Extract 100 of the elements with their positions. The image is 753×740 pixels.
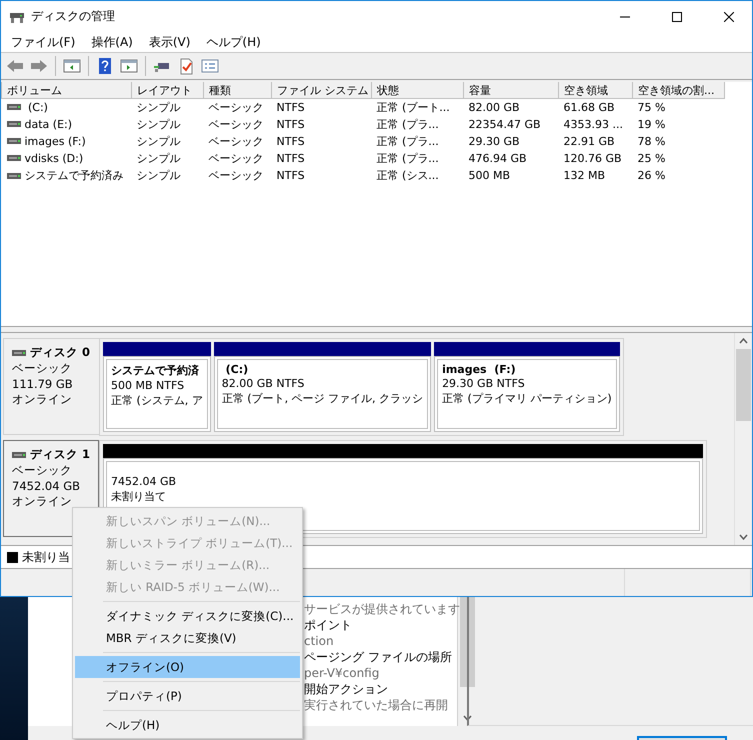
table-cell: 476.94 GB <box>468 152 527 165</box>
column-header[interactable]: ファイル システム <box>272 82 372 98</box>
disk-name: ディスク 1 <box>30 447 90 462</box>
back-arrow-icon[interactable] <box>5 57 25 75</box>
table-cell: ベーシック <box>208 101 264 114</box>
table-cell: シンプル <box>136 118 180 131</box>
partition-title: images (F:) <box>442 363 517 376</box>
table-cell: システムで予約済み <box>24 168 124 183</box>
drive-icon <box>6 154 20 162</box>
table-cell: シンプル <box>136 169 180 182</box>
item-title: ポイント <box>304 617 353 633</box>
partition-block[interactable]: (C:) 82.00 GB NTFS 正常 (ブート, ページ ファイル, クラッシ <box>214 356 432 432</box>
table-cell: 132 MB <box>564 169 606 182</box>
legend-label: 未割り当 <box>22 548 70 566</box>
disk-label-panel[interactable]: ディスク 0 ベーシック 111.79 GB オンライン <box>3 338 99 435</box>
menu-item[interactable]: 操作(A) <box>83 34 141 50</box>
menu-item[interactable]: ファイル(F) <box>3 34 84 50</box>
menu-item[interactable]: オフライン(O) <box>75 656 300 678</box>
console-tree-icon[interactable] <box>62 57 82 75</box>
column-header[interactable]: レイアウト <box>132 82 204 98</box>
table-cell: NTFS <box>276 118 305 131</box>
partition-status: 正常 (ブート, ページ ファイル, クラッシ <box>222 391 424 406</box>
disk-name: ディスク 0 <box>30 345 90 360</box>
table-cell: 120.76 GB <box>564 152 622 165</box>
partition-block[interactable]: images (F:) 29.30 GB NTFS 正常 (プライマリ パーティション) <box>434 356 620 432</box>
table-cell: NTFS <box>276 152 305 165</box>
table-cell: NTFS <box>276 135 305 148</box>
vertical-scrollbar[interactable] <box>734 333 752 545</box>
table-cell: 正常 (プラ... <box>376 118 439 131</box>
disk-size: 111.79 GB <box>12 377 74 391</box>
item-title: 開始アクション <box>304 681 389 697</box>
window-title: ディスクの管理 <box>31 8 116 25</box>
disk-label-panel[interactable]: ディスク 1 ベーシック 7452.04 GB オンライン <box>3 440 99 537</box>
partition-size: 500 MB NTFS <box>111 378 186 393</box>
table-cell: シンプル <box>136 101 180 114</box>
table-cell: 4353.93 ... <box>564 118 623 131</box>
table-cell: 78 % <box>638 135 666 148</box>
table-cell: 正常 (シス... <box>376 169 439 182</box>
item-description: サービスが提供されています <box>304 601 460 617</box>
column-header[interactable]: 容量 <box>464 82 558 98</box>
table-cell: data (E:) <box>24 118 72 131</box>
table-cell: 22.91 GB <box>564 135 615 148</box>
table-cell: 61.68 GB <box>564 101 615 114</box>
disk-type: ベーシック <box>12 463 73 478</box>
partition-size: 29.30 GB NTFS <box>442 376 526 391</box>
table-cell: ベーシック <box>208 152 264 165</box>
table-cell: ベーシック <box>208 135 264 148</box>
table-cell: NTFS <box>276 169 305 182</box>
table-cell: ベーシック <box>208 118 264 131</box>
disk-status: オンライン <box>12 392 73 407</box>
table-cell: images (F:) <box>24 134 86 148</box>
table-cell: ベーシック <box>208 169 264 182</box>
close-icon <box>724 12 734 22</box>
menu-item[interactable]: ヘルプ(H) <box>75 714 300 736</box>
drive-icon <box>6 120 20 128</box>
maximize-icon <box>672 12 682 22</box>
table-cell: 75 % <box>638 101 666 114</box>
disk-type: ベーシック <box>12 361 73 376</box>
partition-size: 7452.04 GB <box>111 474 178 489</box>
item-description: 実行されていた場合に再開 <box>304 697 449 713</box>
menu-item[interactable]: ヘルプ(H) <box>198 34 269 50</box>
column-header[interactable]: 状態 <box>372 82 464 98</box>
menu-item[interactable]: プロパティ(P) <box>75 685 300 707</box>
column-header[interactable]: ボリューム <box>2 82 132 98</box>
table-cell: 19 % <box>638 118 666 131</box>
column-header[interactable]: 空き領域 <box>558 82 632 98</box>
action-pane-icon[interactable] <box>119 57 139 75</box>
partition-title: システムで予約済 <box>111 363 200 378</box>
forward-arrow-icon[interactable] <box>29 57 49 75</box>
table-cell-text: (C:) <box>26 100 48 114</box>
disk-status: オンライン <box>12 494 73 509</box>
table-cell: シンプル <box>136 135 180 148</box>
table-cell: 500 MB <box>468 169 510 182</box>
column-header[interactable]: 種類 <box>204 82 272 98</box>
table-cell: シンプル <box>136 152 180 165</box>
table-cell: 29.30 GB <box>468 135 520 148</box>
column-header[interactable]: 空き領域の割... <box>632 82 724 98</box>
table-cell: 26 % <box>638 169 666 182</box>
item-description: per-V¥config <box>304 665 380 681</box>
partition-block[interactable]: システムで予約済 500 MB NTFS 正常 (システム, ア <box>103 356 211 432</box>
table-cell: NTFS <box>276 101 305 114</box>
table-cell: 25 % <box>638 152 666 165</box>
drive-icon <box>6 172 20 180</box>
menu-item[interactable]: ダイナミック ディスクに変換(C)... <box>75 605 300 627</box>
partition-status: 正常 (システム, ア <box>111 393 203 408</box>
table-cell: 正常 (プラ... <box>376 152 439 165</box>
partition-status: 未割り当て <box>111 489 167 504</box>
drive-icon <box>12 348 26 356</box>
partition-size: 82.00 GB NTFS <box>222 376 306 391</box>
list-icon[interactable] <box>200 57 220 75</box>
table-cell: 82.00 GB <box>468 101 520 114</box>
table-cell: 正常 (プラ... <box>376 135 439 148</box>
table-cell: 正常 (ブート... <box>376 101 450 114</box>
menu-item[interactable]: MBR ディスクに変換(V) <box>75 627 300 649</box>
partition-status: 正常 (プライマリ パーティション) <box>442 391 612 406</box>
menu-item[interactable]: 表示(V) <box>140 34 198 50</box>
drive-icon <box>12 450 26 458</box>
drive-icon <box>6 137 20 146</box>
drive-icon <box>6 103 20 112</box>
partition-title: (C:) <box>224 363 250 376</box>
